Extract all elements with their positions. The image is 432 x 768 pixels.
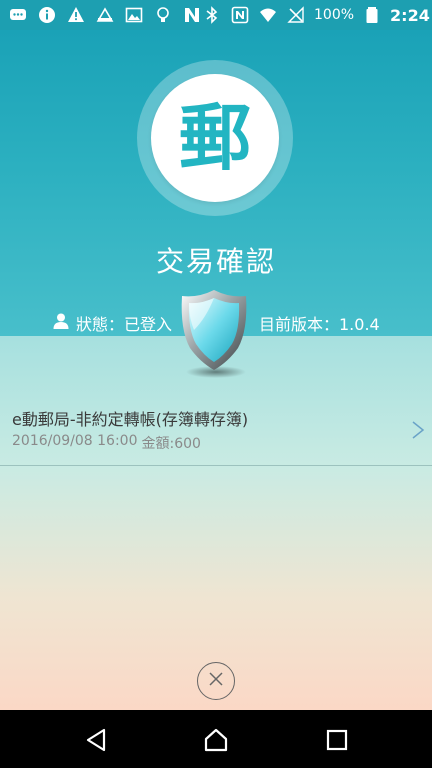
status-right-icons: 100% 2:24	[202, 5, 430, 25]
nfc-icon	[230, 5, 250, 25]
transaction-amount: 金額:600	[141, 436, 201, 452]
close-icon	[206, 669, 226, 693]
bluetooth-icon	[202, 5, 222, 25]
back-triangle-icon	[86, 728, 106, 752]
login-status-label: 狀態：已登入	[76, 315, 173, 334]
transaction-item[interactable]: e動郵局-非約定轉帳(存簿轉存簿) 2016/09/08 16:00 金額:60…	[0, 392, 432, 466]
status-bar: 100% 2:24	[0, 0, 432, 30]
battery-percent: 100%	[314, 7, 355, 23]
app-logo: 郵	[137, 60, 293, 216]
warning-icon	[66, 5, 86, 25]
home-button[interactable]	[203, 727, 229, 753]
logo-circle: 郵	[151, 74, 279, 202]
photos-icon	[95, 5, 115, 25]
transaction-title: e動郵局-非約定轉帳(存簿轉存簿)	[12, 410, 249, 429]
transaction-datetime: 2016/09/08 16:00	[12, 433, 138, 449]
chevron-right-icon	[410, 420, 426, 440]
chat-bubble-icon	[8, 5, 28, 25]
close-button[interactable]	[197, 662, 235, 700]
back-button[interactable]	[84, 727, 110, 753]
info-icon	[37, 5, 57, 25]
n-badge-icon	[182, 5, 202, 25]
shield-icon	[178, 288, 250, 380]
home-icon	[204, 728, 228, 752]
image-icon	[124, 5, 144, 25]
version-label: 目前版本：1.0.4	[259, 315, 380, 334]
recent-apps-button[interactable]	[324, 727, 350, 753]
lightbulb-icon	[153, 5, 173, 25]
wifi-icon	[258, 5, 278, 25]
recent-apps-icon	[326, 729, 348, 751]
login-status: 狀態：已登入	[52, 311, 172, 335]
user-icon	[52, 312, 70, 334]
battery-icon	[362, 5, 382, 25]
status-left-icons	[8, 5, 202, 25]
page-title: 交易確認	[155, 245, 276, 278]
clock: 2:24	[390, 5, 430, 25]
no-signal-icon	[286, 5, 306, 25]
navigation-bar	[0, 710, 432, 768]
logo-glyph: 郵	[178, 96, 251, 180]
transaction-meta: 2016/09/08 16:00 金額:600	[12, 433, 201, 453]
